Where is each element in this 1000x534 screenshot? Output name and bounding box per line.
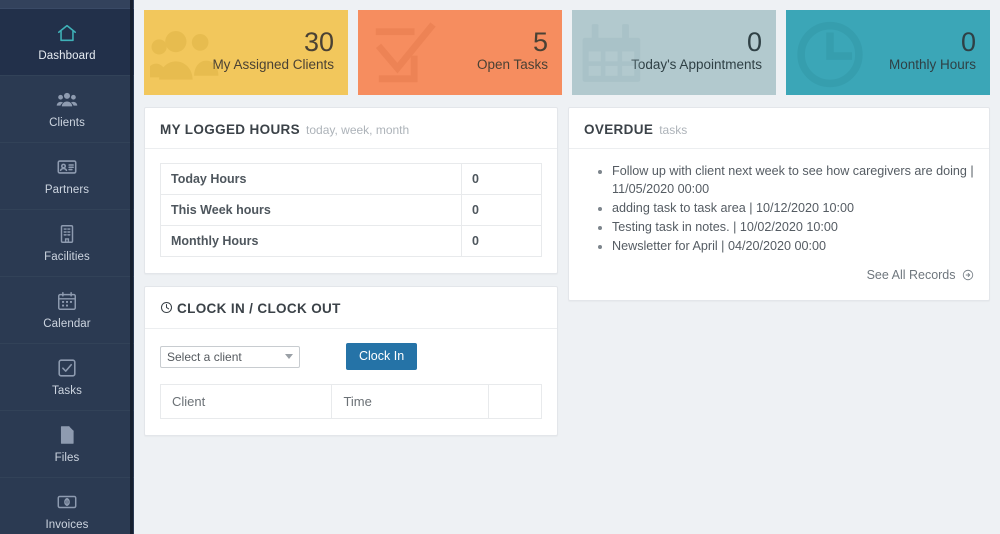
clock-in-out-panel: CLOCK IN / CLOCK OUT Select a client Clo… bbox=[144, 286, 558, 436]
clock-in-out-header: CLOCK IN / CLOCK OUT bbox=[145, 287, 557, 329]
row-label: Monthly Hours bbox=[160, 225, 462, 257]
file-icon bbox=[56, 424, 78, 446]
clock-panel-title-text: CLOCK IN / CLOCK OUT bbox=[177, 301, 341, 316]
overdue-body: Follow up with client next week to see h… bbox=[569, 149, 989, 300]
logged-hours-header: MY LOGGED HOURS today, week, month bbox=[145, 108, 557, 149]
sidebar-item-label: Dashboard bbox=[38, 49, 96, 62]
logged-hours-body: Today Hours 0 This Week hours 0 Monthly … bbox=[145, 149, 557, 273]
sidebar-item-label: Files bbox=[54, 451, 80, 464]
stat-card-my-assigned-clients[interactable]: 30 My Assigned Clients bbox=[144, 10, 348, 95]
building-icon bbox=[56, 223, 78, 245]
stat-value: 5 bbox=[532, 26, 548, 57]
panel-subtitle: today, week, month bbox=[306, 123, 410, 137]
panel-title: OVERDUE bbox=[584, 122, 654, 137]
sidebar-item-files[interactable]: Files bbox=[0, 411, 134, 478]
sidebar-item-label: Clients bbox=[49, 116, 85, 129]
clock-controls: Select a client Clock In bbox=[160, 343, 542, 370]
sidebar-item-label: Partners bbox=[44, 183, 90, 196]
list-item: Testing task in notes. | 10/02/2020 10:0… bbox=[612, 219, 974, 237]
clock-in-out-body: Select a client Clock In Client Time bbox=[145, 329, 557, 435]
overdue-header: OVERDUE tasks bbox=[569, 108, 989, 149]
sidebar-item-calendar[interactable]: Calendar bbox=[0, 277, 134, 344]
money-icon bbox=[56, 491, 78, 513]
overdue-task-list: Follow up with client next week to see h… bbox=[612, 163, 974, 255]
table-row: Monthly Hours 0 bbox=[160, 225, 543, 257]
list-item: adding task to task area | 10/12/2020 10… bbox=[612, 200, 974, 218]
table-row: Today Hours 0 bbox=[160, 163, 543, 195]
sidebar-item-invoices[interactable]: Invoices bbox=[0, 478, 134, 534]
table-header-row: Client Time bbox=[159, 384, 543, 419]
column-header-time: Time bbox=[331, 384, 489, 419]
arrow-right-circle-icon bbox=[962, 269, 974, 284]
row-value: 0 bbox=[460, 163, 543, 195]
see-all-records-label: See All Records bbox=[866, 268, 956, 283]
sidebar-item-clients[interactable]: Clients bbox=[0, 76, 134, 143]
logged-hours-panel: MY LOGGED HOURS today, week, month Today… bbox=[144, 107, 558, 274]
stat-card-open-tasks[interactable]: 5 Open Tasks bbox=[358, 10, 562, 95]
stat-cards-row: 30 My Assigned Clients 5 Open Tasks 0 To… bbox=[144, 10, 990, 95]
stat-label: My Assigned Clients bbox=[212, 57, 334, 73]
table-row: This Week hours 0 bbox=[160, 194, 543, 226]
list-item: Newsletter for April | 04/20/2020 00:00 bbox=[612, 238, 974, 256]
panel-title: MY LOGGED HOURS bbox=[160, 122, 301, 137]
panel-subtitle: tasks bbox=[659, 123, 688, 137]
overdue-tasks-panel: OVERDUE tasks Follow up with client next… bbox=[568, 107, 990, 302]
id-card-icon bbox=[56, 156, 78, 178]
sidebar-item-label: Calendar bbox=[43, 317, 91, 330]
checkmark-icon bbox=[364, 15, 440, 91]
sidebar-item-label: Tasks bbox=[52, 384, 82, 397]
panels-row: MY LOGGED HOURS today, week, month Today… bbox=[144, 107, 990, 436]
stat-label: Monthly Hours bbox=[888, 57, 976, 73]
stat-label: Today's Appointments bbox=[631, 57, 762, 73]
home-icon bbox=[56, 22, 78, 44]
sidebar-item-label: Invoices bbox=[45, 518, 89, 531]
list-item: Follow up with client next week to see h… bbox=[612, 163, 974, 199]
row-label: Today Hours bbox=[160, 163, 462, 195]
logged-hours-table: Today Hours 0 This Week hours 0 Monthly … bbox=[160, 163, 543, 257]
row-value: 0 bbox=[460, 225, 543, 257]
stat-card-todays-appointments[interactable]: 0 Today's Appointments bbox=[572, 10, 776, 95]
sidebar-item-tasks[interactable]: Tasks bbox=[0, 344, 134, 411]
main-content: 30 My Assigned Clients 5 Open Tasks 0 To… bbox=[134, 0, 1000, 534]
sidebar-item-facilities[interactable]: Facilities bbox=[0, 210, 134, 277]
users-icon bbox=[56, 89, 78, 111]
column-header-client: Client bbox=[159, 384, 333, 419]
sidebar-item-dashboard[interactable]: Dashboard bbox=[0, 9, 134, 76]
sidebar: Dashboard Clients Partners Facilities Ca bbox=[0, 0, 134, 534]
check-square-icon bbox=[56, 357, 78, 379]
clock-entries-table: Client Time bbox=[159, 384, 543, 419]
right-column: OVERDUE tasks Follow up with client next… bbox=[568, 107, 990, 302]
stat-value: 0 bbox=[746, 26, 762, 57]
stat-label: Open Tasks bbox=[476, 57, 548, 73]
app-root: Dashboard Clients Partners Facilities Ca bbox=[0, 0, 1000, 534]
column-header-actions bbox=[487, 384, 543, 419]
users-group-icon bbox=[150, 15, 226, 91]
row-label: This Week hours bbox=[160, 194, 462, 226]
row-value: 0 bbox=[460, 194, 543, 226]
see-all-records-link[interactable]: See All Records bbox=[584, 268, 974, 284]
stat-value: 0 bbox=[960, 26, 976, 57]
clock-in-button[interactable]: Clock In bbox=[346, 343, 418, 370]
calendar-building-icon bbox=[578, 15, 654, 91]
left-column: MY LOGGED HOURS today, week, month Today… bbox=[144, 107, 558, 436]
clock-icon bbox=[160, 301, 173, 317]
sidebar-item-partners[interactable]: Partners bbox=[0, 143, 134, 210]
client-select-value: Select a client bbox=[167, 349, 242, 364]
stat-value: 30 bbox=[303, 26, 334, 57]
sidebar-top-strip bbox=[0, 0, 134, 9]
client-select[interactable]: Select a client bbox=[160, 345, 300, 368]
sidebar-scrollbar[interactable] bbox=[130, 0, 133, 534]
stat-card-monthly-hours[interactable]: 0 Monthly Hours bbox=[786, 10, 990, 95]
chevron-down-icon bbox=[285, 354, 293, 359]
clock-icon bbox=[792, 15, 868, 91]
sidebar-item-label: Facilities bbox=[44, 250, 90, 263]
calendar-icon bbox=[56, 290, 78, 312]
panel-title: CLOCK IN / CLOCK OUT bbox=[160, 301, 341, 317]
